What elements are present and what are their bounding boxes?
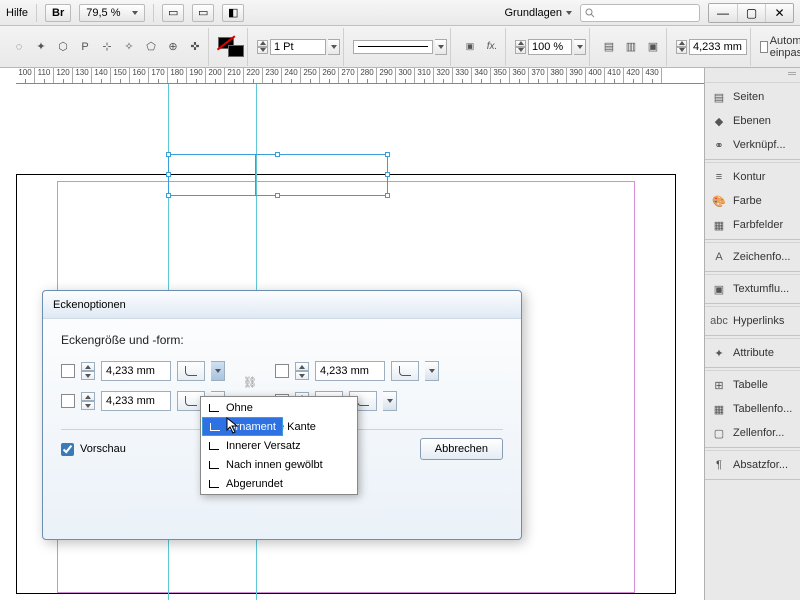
panel-dock: ▤Seiten◆Ebenen⚭Verknüpf...≡Kontur🎨Farbe▦… [704, 68, 800, 600]
panel-stroke[interactable]: ≡Kontur [705, 165, 800, 189]
menu-item[interactable]: Abgerundet [202, 474, 356, 493]
tool-icon[interactable]: ◌ [9, 37, 29, 57]
scale-input[interactable]: 100 % [528, 39, 572, 55]
chevron-down-icon [566, 11, 572, 15]
cellfmt-icon: ▢ [711, 425, 727, 441]
scale-spinner[interactable] [515, 40, 526, 54]
menu-item[interactable]: Innerer Versatz [202, 436, 356, 455]
view-mode-1-button[interactable]: ▭ [162, 4, 184, 22]
dialog-title[interactable]: Eckenoptionen [43, 291, 521, 319]
layers-icon: ◆ [711, 113, 727, 129]
panel-tablefmt[interactable]: ▦Tabellenfo... [705, 397, 800, 421]
corner-shape-button[interactable] [177, 361, 205, 381]
corner-size-input[interactable]: 4,233 mm [689, 39, 747, 55]
autofit-checkbox[interactable] [760, 41, 768, 53]
links-icon: ⚭ [711, 137, 727, 153]
cancel-button[interactable]: Abbrechen [420, 438, 503, 460]
top-left-corner-icon [61, 364, 75, 378]
fill-stroke-swatch[interactable] [218, 37, 244, 57]
search-icon [585, 8, 595, 18]
tool-icon[interactable]: ⊹ [97, 37, 117, 57]
tool-icon[interactable]: ⬠ [141, 37, 161, 57]
corner-shape-dropdown[interactable] [425, 361, 439, 381]
dialog-label: Eckengröße und -form: [61, 333, 503, 347]
corner-value-input[interactable]: 4,233 mm [101, 391, 171, 411]
pages-icon: ▤ [711, 89, 727, 105]
corner-shape-button[interactable] [391, 361, 419, 381]
selection-frame[interactable] [168, 154, 388, 196]
stroke-style-dropdown[interactable] [353, 40, 433, 54]
corner-spinner[interactable] [676, 40, 687, 54]
stroke-weight-dropdown[interactable] [328, 39, 340, 55]
tool-icon[interactable]: P [75, 37, 95, 57]
textwrap-icon: ▣ [711, 281, 727, 297]
panel-pages[interactable]: ▤Seiten [705, 85, 800, 109]
panel-swatches[interactable]: ▦Farbfelder [705, 213, 800, 237]
panel-para[interactable]: ¶Absatzfor... [705, 453, 800, 477]
br-label: Br [52, 7, 64, 19]
search-input[interactable] [580, 4, 700, 22]
menu-item[interactable]: Nach innen gewölbt [202, 455, 356, 474]
para-icon: ¶ [711, 457, 727, 473]
zoom-dropdown[interactable]: 79,5 % [79, 4, 145, 22]
panel-char[interactable]: AZeichenfo... [705, 245, 800, 269]
bottom-left-corner-icon [61, 394, 75, 408]
panel-hyperlink[interactable]: abcHyperlinks [705, 309, 800, 333]
panel-layers[interactable]: ◆Ebenen [705, 109, 800, 133]
bridge-button[interactable]: Br [45, 4, 71, 22]
table-icon: ⊞ [711, 377, 727, 393]
swatches-icon: ▦ [711, 217, 727, 233]
panel-cellfmt[interactable]: ▢Zellenfor... [705, 421, 800, 445]
corner-shape-menu[interactable]: OhneOrnamentAbgeflachte KanteInnerer Ver… [200, 396, 358, 495]
separator [36, 4, 37, 22]
stroke-weight-spinner[interactable] [257, 40, 268, 54]
corner-value-input[interactable]: 4,233 mm [101, 361, 171, 381]
tool-icon[interactable]: ✧ [119, 37, 139, 57]
minimize-button[interactable]: — [709, 4, 737, 22]
hyperlink-icon: abc [711, 313, 727, 329]
panel-links[interactable]: ⚭Verknüpf... [705, 133, 800, 157]
panel-textwrap[interactable]: ▣Textumflu... [705, 277, 800, 301]
top-right-corner-icon [275, 364, 289, 378]
chevron-down-icon [132, 11, 138, 15]
workspace-label[interactable]: Grundlagen [505, 7, 573, 19]
tool-icon[interactable]: ⊕ [163, 37, 183, 57]
zoom-value: 79,5 % [86, 7, 120, 19]
view-mode-2-button[interactable]: ▭ [192, 4, 214, 22]
close-button[interactable]: ✕ [765, 4, 793, 22]
fit-button[interactable]: ▣ [643, 37, 663, 57]
tool-icon[interactable]: ⬡ [53, 37, 73, 57]
menu-item[interactable]: Ohne [202, 398, 356, 417]
tool-icon[interactable]: ✜ [185, 37, 205, 57]
align-button[interactable]: ▥ [621, 37, 641, 57]
stroke-weight-input[interactable]: 1 Pt [270, 39, 326, 55]
panel-attrib[interactable]: ✦Attribute [705, 341, 800, 365]
fx-button[interactable]: ▣ [460, 37, 480, 57]
char-icon: A [711, 249, 727, 265]
align-button[interactable]: ▤ [599, 37, 619, 57]
arrange-button[interactable]: ◧ [222, 4, 244, 22]
panel-color[interactable]: 🎨Farbe [705, 189, 800, 213]
corner-spinner[interactable] [81, 392, 95, 410]
maximize-button[interactable]: ▢ [737, 4, 765, 22]
stroke-icon: ≡ [711, 169, 727, 185]
preview-checkbox[interactable] [61, 443, 74, 456]
preview-label: Vorschau [80, 443, 126, 455]
fx-button[interactable]: fx. [482, 37, 502, 57]
corner-value-input[interactable]: 4,233 mm [315, 361, 385, 381]
autofit-label: Automatisch einpassen [770, 35, 800, 59]
menu-item[interactable]: Ornament [202, 417, 283, 436]
color-icon: 🎨 [711, 193, 727, 209]
corner-shape-dropdown[interactable] [383, 391, 397, 411]
corner-spinner[interactable] [81, 362, 95, 380]
attrib-icon: ✦ [711, 345, 727, 361]
menu-help[interactable]: Hilfe [6, 7, 28, 19]
corner-spinner[interactable] [295, 362, 309, 380]
horizontal-ruler: 1001101201301401501601701801902002102202… [16, 68, 704, 84]
separator [153, 4, 154, 22]
tool-icon[interactable]: ✦ [31, 37, 51, 57]
panel-table[interactable]: ⊞Tabelle [705, 373, 800, 397]
corner-shape-dropdown[interactable] [211, 361, 225, 381]
tablefmt-icon: ▦ [711, 401, 727, 417]
